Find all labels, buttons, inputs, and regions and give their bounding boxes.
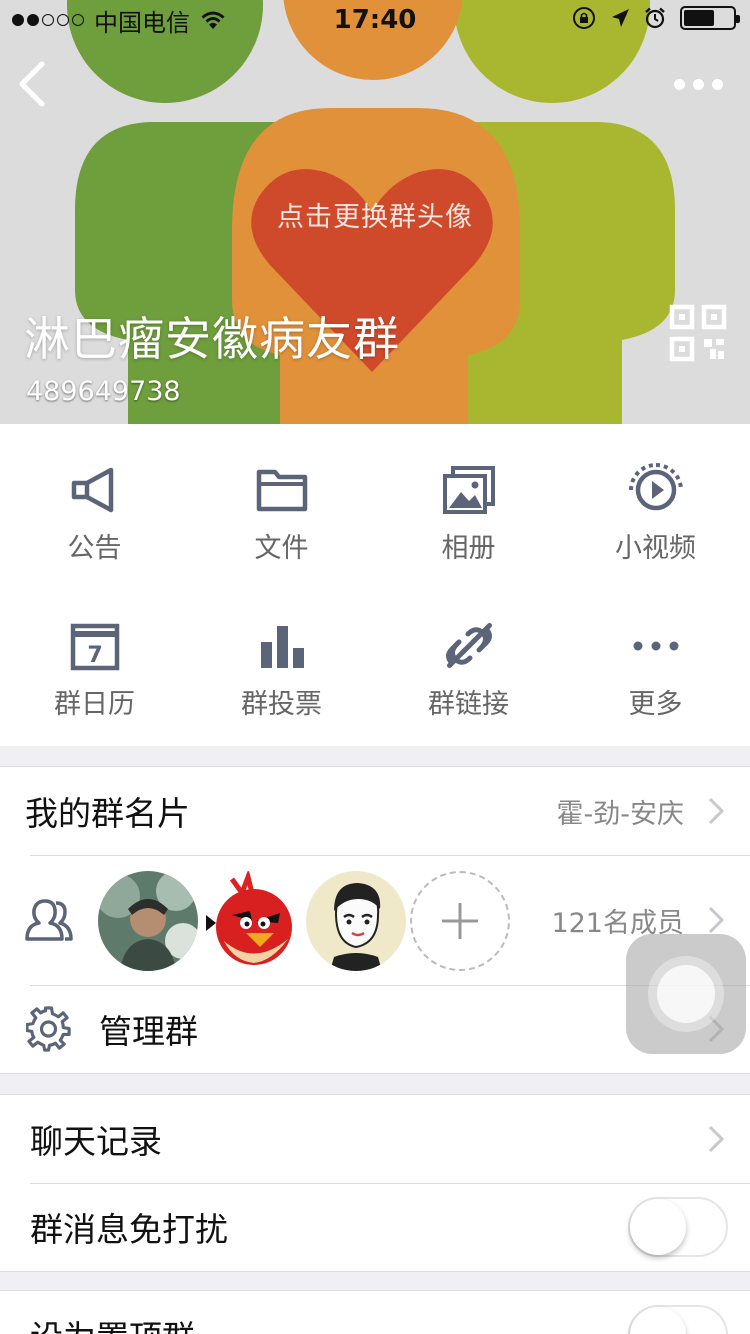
member-avatar[interactable] [202,871,302,971]
back-button[interactable] [14,56,54,112]
calendar-icon: 7 [70,623,119,671]
pin-section: 设为置顶群 [0,1290,750,1334]
feature-album[interactable]: 相册 [375,424,562,574]
megaphone-icon [71,467,113,513]
plus-icon [442,903,478,939]
group-id: 489649738 [26,376,181,407]
feature-files[interactable]: 文件 [188,424,375,574]
chat-settings-section: 聊天记录 群消息免打扰 [0,1094,750,1272]
group-header: 中国电信 17:40 点击更换群头像 淋巴瘤安徽病友群 489649738 [0,0,750,424]
feature-label: 群链接 [428,689,509,720]
member-avatar[interactable] [306,871,406,971]
my-group-card-row[interactable]: 我的群名片 霍-劲-安庆 [0,767,750,855]
qr-code-icon[interactable] [668,303,728,363]
feature-calendar[interactable]: 7 群日历 [1,580,188,730]
feature-label: 文件 [254,533,309,564]
more-options-button[interactable] [674,74,724,94]
members-icon [25,899,73,941]
change-avatar-hint[interactable]: 点击更换群头像 [0,195,750,234]
feature-announcement[interactable]: 公告 [1,424,188,574]
signal-strength-icon [12,14,84,26]
member-avatar[interactable] [98,871,198,971]
chevron-right-icon [708,906,724,934]
status-bar: 中国电信 17:40 [0,0,750,40]
feature-vote[interactable]: 群投票 [188,580,375,730]
wifi-icon [201,11,225,29]
group-name: 淋巴瘤安徽病友群 [24,312,400,366]
mute-notifications-toggle[interactable] [628,1197,728,1257]
my-group-card-label: 我的群名片 [25,794,190,833]
feature-label: 公告 [67,533,122,564]
assistive-touch-button[interactable] [626,934,746,1054]
link-icon [445,623,492,668]
feature-grid: 公告 文件 相册 小视频 7 群日历 群投票 群链接 更多 [0,424,750,746]
feature-label: 更多 [628,689,683,720]
bar-chart-icon [260,626,304,668]
add-member-button[interactable] [410,871,510,971]
album-icon [442,466,495,514]
battery-icon [680,6,740,30]
gear-icon [26,1006,71,1052]
feature-label: 群日历 [54,689,135,720]
feature-link[interactable]: 群链接 [375,580,562,730]
feature-short-video[interactable]: 小视频 [562,424,749,574]
feature-label: 相册 [441,533,496,564]
pin-group-row: 设为置顶群 [0,1291,750,1334]
pin-group-toggle[interactable] [628,1305,728,1334]
chevron-right-icon [708,797,724,825]
alarm-icon [645,7,665,29]
my-group-card-value: 霍-劲-安庆 [556,798,685,830]
carrier-name: 中国电信 [94,8,190,37]
more-icon [633,641,678,651]
location-icon [612,9,629,27]
mute-notifications-row: 群消息免打扰 [0,1183,750,1271]
feature-label: 小视频 [615,533,696,564]
pin-group-label: 设为置顶群 [30,1311,195,1334]
chat-history-row[interactable]: 聊天记录 [0,1095,750,1183]
feature-more[interactable]: 更多 [562,580,749,730]
rotation-lock-icon [573,7,595,29]
manage-group-label: 管理群 [99,1012,198,1051]
chat-history-label: 聊天记录 [30,1122,162,1161]
mute-notifications-label: 群消息免打扰 [30,1210,228,1249]
chevron-right-icon [708,1125,724,1153]
calendar-day: 7 [87,643,102,668]
video-icon [628,463,683,511]
folder-icon [256,469,307,512]
feature-label: 群投票 [241,689,322,720]
